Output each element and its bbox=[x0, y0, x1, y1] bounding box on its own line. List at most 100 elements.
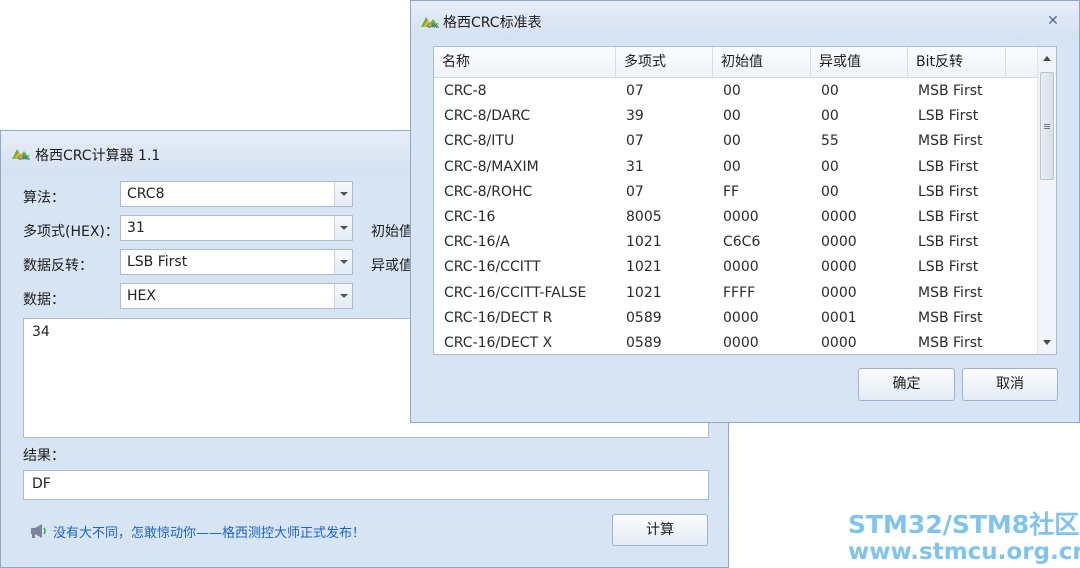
calculator-title: 格西CRC计算器 1.1 bbox=[35, 148, 161, 164]
table-cell: 1021 bbox=[626, 259, 662, 276]
table-cell: MSB First bbox=[918, 133, 983, 150]
vertical-scrollbar[interactable] bbox=[1037, 47, 1056, 354]
table-row[interactable]: CRC-8/ITU 07 00 55 MSB First bbox=[434, 129, 1038, 154]
table-cell: CRC-16 bbox=[444, 209, 496, 225]
chevron-down-icon[interactable] bbox=[334, 284, 352, 308]
table-cell: 07 bbox=[626, 183, 644, 200]
table-cell: 00 bbox=[821, 83, 839, 99]
polynomial-select[interactable]: 31 bbox=[120, 215, 353, 241]
crc-standard-list[interactable]: 名称 多项式 初始值 异或值 Bit反转 CRC-8 07 00 00 MSB First CRC… bbox=[433, 46, 1057, 355]
table-row[interactable]: CRC-8/MAXIM 31 00 00 LSB First bbox=[434, 155, 1038, 180]
table-cell: CRC-8/ROHC bbox=[444, 183, 533, 200]
table-row[interactable]: CRC-16/A 1021 C6C6 0000 LSB First bbox=[434, 230, 1038, 255]
table-cell: CRC-16/CCITT bbox=[444, 259, 541, 276]
algorithm-value: CRC8 bbox=[127, 186, 165, 202]
table-cell: 00 bbox=[821, 158, 839, 175]
polynomial-value: 31 bbox=[127, 220, 145, 236]
column-header[interactable]: 多项式 bbox=[616, 47, 713, 78]
column-header[interactable]: 异或值 bbox=[811, 47, 908, 78]
table-row[interactable]: CRC-8/DARC 39 00 00 LSB First bbox=[434, 104, 1038, 129]
calculate-button[interactable]: 计算 bbox=[612, 514, 708, 546]
table-cell: 0589 bbox=[626, 335, 662, 351]
data-format-label: 数据： bbox=[23, 292, 65, 308]
table-cell: CRC-8 bbox=[444, 83, 487, 99]
table-cell: MSB First bbox=[918, 309, 983, 326]
table-cell: 0000 bbox=[821, 284, 857, 301]
table-cell: 00 bbox=[723, 158, 741, 175]
table-cell: CRC-16/DECT X bbox=[444, 335, 553, 351]
result-label: 结果： bbox=[23, 448, 65, 464]
chevron-down-icon[interactable] bbox=[334, 182, 352, 206]
data-format-value: HEX bbox=[127, 288, 156, 304]
svg-text:CRC: CRC bbox=[427, 23, 439, 29]
table-cell: 00 bbox=[821, 183, 839, 200]
dialog-title: 格西CRC标准表 bbox=[443, 15, 542, 31]
scroll-down-icon[interactable] bbox=[1043, 340, 1051, 345]
table-cell: CRC-8/ITU bbox=[444, 133, 515, 150]
table-cell: LSB First bbox=[918, 259, 979, 276]
algorithm-select[interactable]: CRC8 bbox=[120, 181, 353, 207]
table-cell: 0000 bbox=[821, 259, 857, 276]
list-header: 名称 多项式 初始值 异或值 Bit反转 bbox=[434, 47, 1038, 78]
app-logo-icon: CRC bbox=[11, 145, 31, 161]
table-cell: 07 bbox=[626, 133, 644, 150]
scrollbar-thumb[interactable] bbox=[1040, 72, 1054, 180]
reflect-select[interactable]: LSB First bbox=[120, 249, 353, 275]
cancel-button[interactable]: 取消 bbox=[962, 368, 1058, 401]
table-row[interactable]: CRC-16 8005 0000 0000 LSB First bbox=[434, 205, 1038, 230]
table-cell: 00 bbox=[723, 108, 741, 125]
polynomial-label: 多项式(HEX)： bbox=[23, 224, 119, 240]
app-logo-icon: CRC bbox=[420, 13, 440, 29]
result-field[interactable]: DF bbox=[23, 470, 709, 500]
table-cell: 0000 bbox=[723, 309, 759, 326]
table-row[interactable]: CRC-16/CCITT 1021 0000 0000 LSB First bbox=[434, 255, 1038, 280]
dialog-titlebar[interactable]: CRC 格西CRC标准表 ✕ bbox=[411, 1, 1079, 41]
chevron-down-icon[interactable] bbox=[334, 250, 352, 274]
table-cell: 39 bbox=[626, 108, 644, 125]
table-cell: MSB First bbox=[918, 284, 983, 301]
column-header[interactable]: 初始值 bbox=[713, 47, 811, 78]
table-cell: 0000 bbox=[821, 335, 857, 351]
table-cell: 0000 bbox=[723, 259, 759, 276]
table-cell: MSB First bbox=[918, 83, 983, 99]
table-cell: 00 bbox=[821, 108, 839, 125]
algorithm-label: 算法： bbox=[23, 190, 65, 206]
watermark-line1: STM32/STM8社区 bbox=[848, 510, 1080, 539]
reflect-value: LSB First bbox=[127, 254, 188, 270]
table-cell: 55 bbox=[821, 133, 839, 150]
chevron-down-icon[interactable] bbox=[334, 216, 352, 240]
site-watermark: STM32/STM8社区 www.stmcu.org.cn bbox=[848, 505, 1080, 565]
table-cell: 31 bbox=[626, 158, 644, 175]
table-cell: CRC-16/A bbox=[444, 234, 510, 251]
table-cell: C6C6 bbox=[723, 234, 761, 251]
table-row[interactable]: CRC-16/DECT X 0589 0000 0000 MSB First bbox=[434, 331, 1038, 354]
column-header[interactable]: 名称 bbox=[434, 47, 616, 78]
table-cell: CRC-16/DECT R bbox=[444, 309, 553, 326]
table-cell: 0000 bbox=[821, 209, 857, 225]
table-cell: FFFF bbox=[723, 284, 756, 301]
table-cell: 0000 bbox=[723, 209, 759, 225]
table-cell: 8005 bbox=[626, 209, 662, 225]
close-icon[interactable]: ✕ bbox=[1045, 13, 1061, 29]
table-cell: 0000 bbox=[821, 234, 857, 251]
scroll-up-icon[interactable] bbox=[1043, 56, 1051, 61]
table-row[interactable]: CRC-16/CCITT-FALSE 1021 FFFF 0000 MSB First bbox=[434, 281, 1038, 306]
ok-button[interactable]: 确定 bbox=[858, 368, 955, 401]
data-format-select[interactable]: HEX bbox=[120, 283, 353, 309]
table-row[interactable]: CRC-16/DECT R 0589 0000 0001 MSB First bbox=[434, 306, 1038, 331]
watermark-line2: www.stmcu.org.cn bbox=[848, 539, 1080, 565]
table-cell: 0001 bbox=[821, 309, 857, 326]
table-row[interactable]: CRC-8 07 00 00 MSB First bbox=[434, 79, 1038, 104]
column-header[interactable]: Bit反转 bbox=[908, 47, 1006, 78]
table-cell: 1021 bbox=[626, 234, 662, 251]
table-cell: CRC-16/CCITT-FALSE bbox=[444, 284, 587, 301]
table-cell: LSB First bbox=[918, 108, 979, 125]
table-row[interactable]: CRC-8/ROHC 07 FF 00 LSB First bbox=[434, 180, 1038, 205]
table-cell: LSB First bbox=[918, 183, 979, 200]
table-cell: 00 bbox=[723, 83, 741, 99]
table-cell: FF bbox=[723, 183, 740, 200]
reflect-label: 数据反转： bbox=[23, 258, 93, 274]
svg-text:CRC: CRC bbox=[18, 155, 30, 161]
promo-text[interactable]: 没有大不同，怎敢惊动你——格西测控大师正式发布！ bbox=[53, 522, 365, 541]
megaphone-icon bbox=[29, 523, 47, 539]
